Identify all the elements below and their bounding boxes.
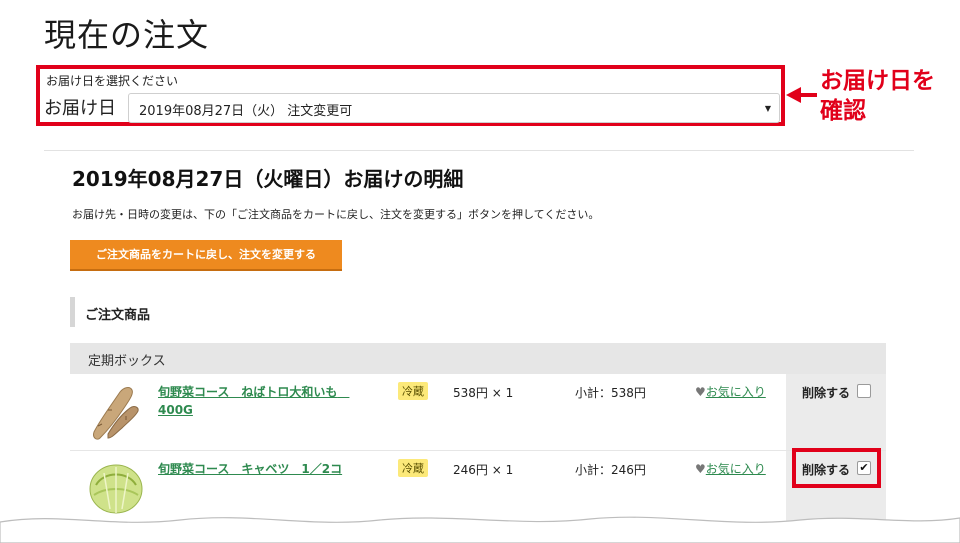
item-subtotal: 小計：538円 [575,386,646,400]
arrow-left-icon [786,87,801,103]
divider [44,150,914,151]
group-header: 定期ボックス [70,343,886,374]
favorite-link-label: お気に入り [705,462,766,476]
item-subtotal: 小計：246円 [575,463,646,477]
temperature-badge: 冷蔵 [398,382,428,400]
favorite-link[interactable]: ♥お気に入り [695,460,766,477]
torn-edge-decoration [0,516,960,543]
arrow-shaft [801,93,817,97]
callout-annotation: お届け日を 確認 [820,66,960,126]
delete-label: 削除する [802,386,851,400]
heart-icon: ♥ [695,462,706,476]
page-title: 現在の注文 [44,16,210,54]
group-header-label: 定期ボックス [88,354,166,369]
callout-line-1: お届け日を [820,68,935,94]
section-title: ご注文商品 [85,308,151,323]
delete-checkbox[interactable] [857,384,871,398]
callout-line-2: 確認 [820,98,866,124]
item-name-link[interactable]: 旬野菜コース キャベツ 1／2コ [158,460,368,478]
favorite-link[interactable]: ♥お気に入り [695,383,766,400]
delivery-date-label: お届け日 [44,98,116,119]
item-name-link[interactable]: 旬野菜コース ねばトロ大和いも 400G [158,383,368,419]
delivery-date-select[interactable]: 2019年08月27日（火） 注文変更可 ▼ [128,93,780,123]
section-accent-bar [70,297,75,327]
favorite-link-label: お気に入り [705,385,766,399]
temperature-badge: 冷蔵 [398,459,428,477]
detail-note: お届け先・日時の変更は、下の「ご注文商品をカートに戻し、注文を変更する」ボタンを… [72,208,600,221]
list-item: 旬野菜コース ねばトロ大和いも 400G 冷蔵 538円 × 1 小計：538円… [70,374,886,451]
detail-title: 2019年08月27日（火曜日）お届けの明細 [72,167,464,191]
yam-icon[interactable] [86,380,146,442]
delivery-date-selector: お届け日を選択ください お届け日 2019年08月27日（火） 注文変更可 ▼ [36,65,785,126]
delivery-date-selected-value: 2019年08月27日（火） 注文変更可 [139,104,353,119]
item-price: 538円 × 1 [453,386,514,400]
heart-icon: ♥ [695,385,706,399]
delivery-date-hint: お届け日を選択ください [46,74,179,88]
caret-down-icon: ▼ [764,104,771,113]
return-to-cart-button[interactable]: ご注文商品をカートに戻し、注文を変更する [70,240,342,271]
item-price: 246円 × 1 [453,463,514,477]
highlight-annotation [792,448,881,488]
